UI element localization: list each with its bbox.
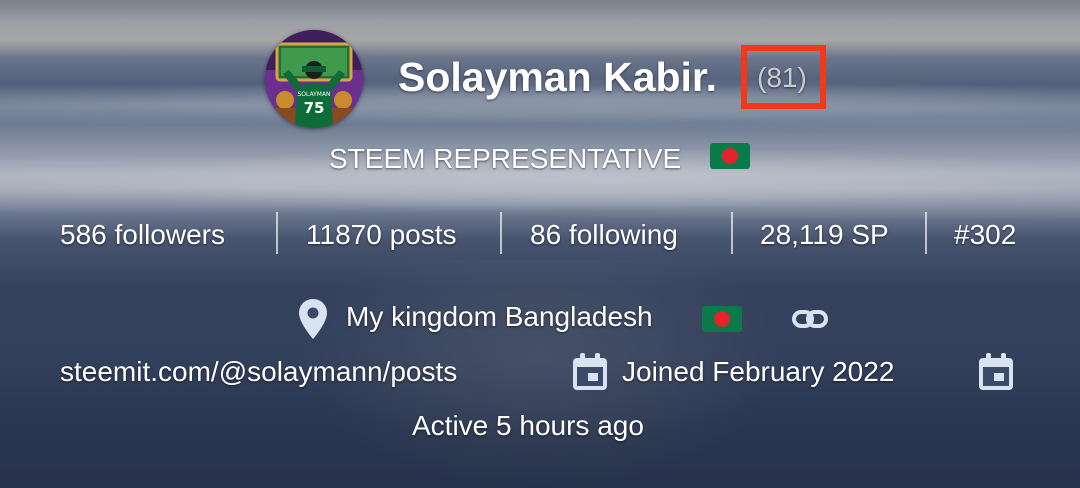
location-text: My kingdom Bangladesh	[346, 301, 653, 332]
bangladesh-flag-icon	[710, 143, 750, 169]
joined-date: Joined February 2022	[622, 356, 895, 387]
link-icon	[792, 310, 828, 328]
avatar[interactable]: SOLAYMAN 75	[265, 30, 363, 128]
map-pin-icon	[299, 299, 327, 339]
profile-tagline: STEEM REPRESENTATIVE	[329, 143, 682, 174]
website-link[interactable]: steemit.com/@solaymann/posts	[60, 354, 457, 390]
posts-count[interactable]: 11870 posts	[306, 217, 457, 253]
stats-divider	[500, 212, 502, 254]
reputation-highlight-box	[741, 45, 826, 109]
last-active: Active 5 hours ago	[412, 410, 644, 441]
avatar-jersey-number: 75	[304, 99, 325, 117]
following-count[interactable]: 86 following	[530, 217, 678, 253]
calendar-icon	[979, 353, 1013, 390]
stats-divider	[276, 212, 278, 254]
avatar-jersey-name: SOLAYMAN	[297, 91, 330, 98]
stats-divider	[925, 212, 927, 254]
rank: #302	[954, 219, 1017, 250]
profile-name: Solayman Kabir.	[398, 54, 718, 100]
calendar-icon	[573, 353, 607, 390]
steem-power: 28,119 SP	[760, 219, 889, 250]
followers-count[interactable]: 586 followers	[60, 217, 225, 253]
stats-divider	[731, 212, 733, 254]
bangladesh-flag-icon	[702, 306, 742, 332]
